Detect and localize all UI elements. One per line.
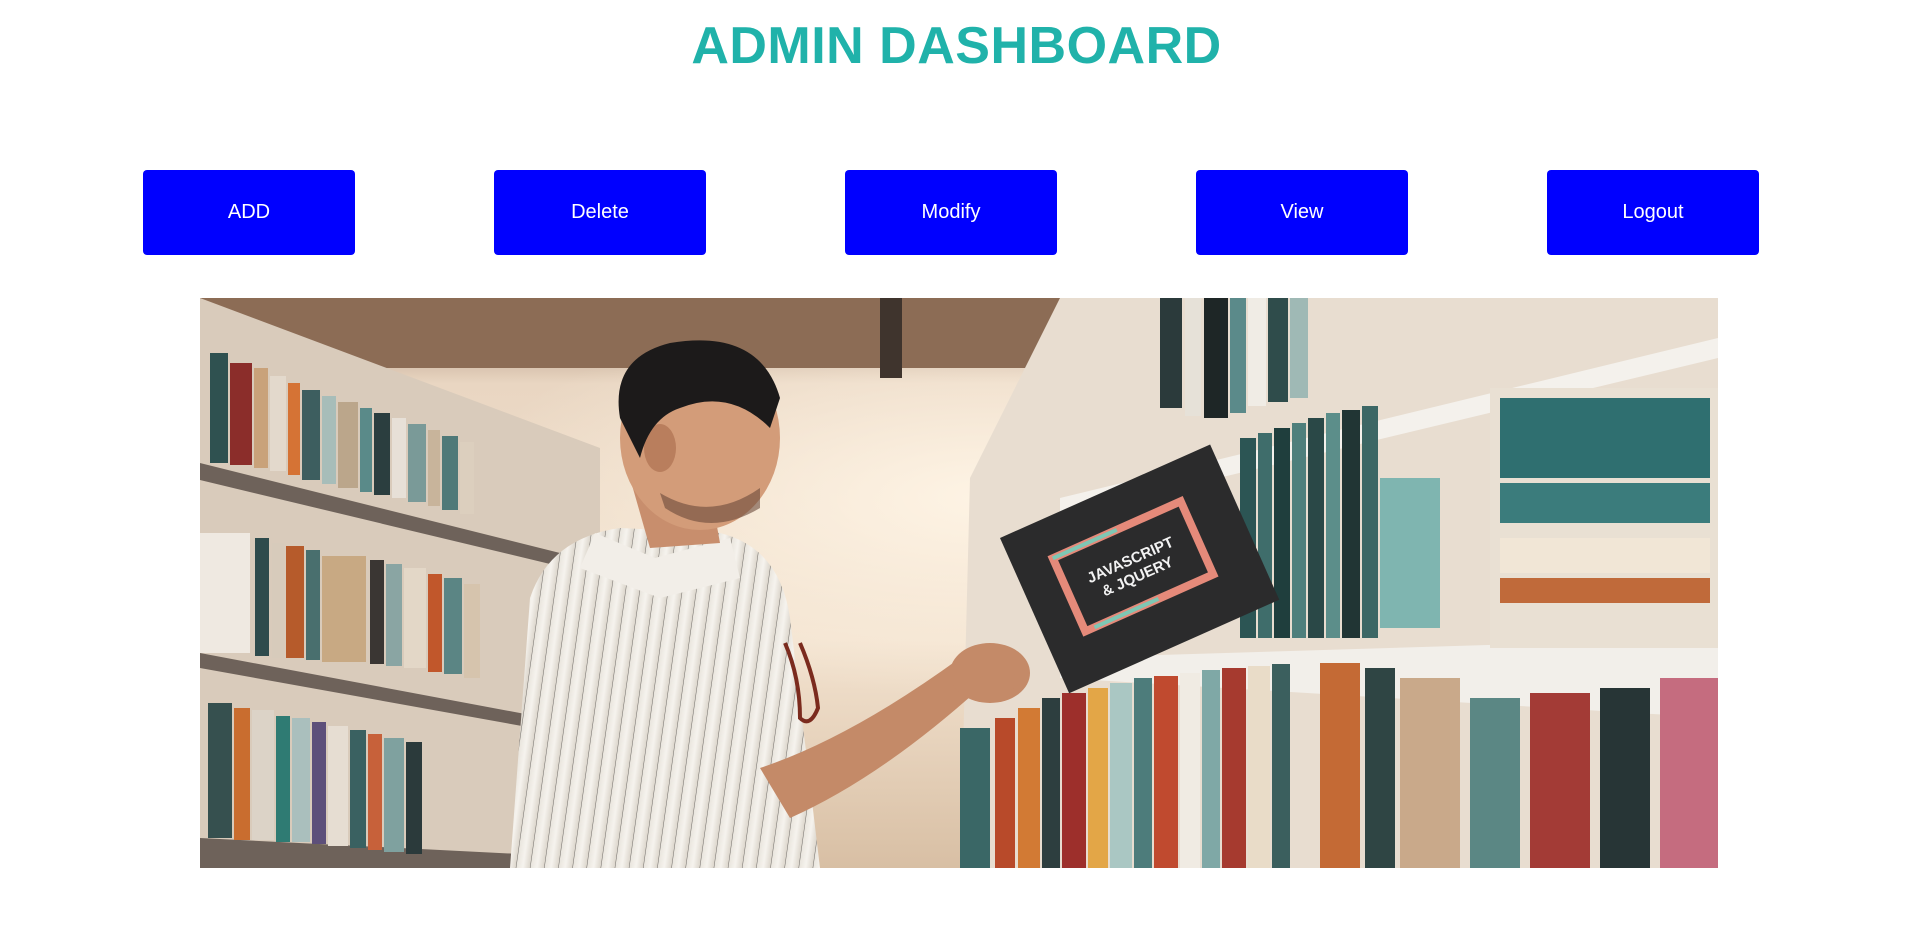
page-title: ADMIN DASHBOARD [691,17,1222,75]
modify-button[interactable]: Modify [845,170,1057,255]
logout-button[interactable]: Logout [1547,170,1759,255]
add-button[interactable]: ADD [143,170,355,255]
library-hero-image: JAVASCRIPT & JQUERY [200,298,1718,868]
delete-button[interactable]: Delete [494,170,706,255]
admin-dashboard-page: ADMIN DASHBOARD ADD Delete Modify View L… [0,0,1913,930]
view-button[interactable]: View [1196,170,1408,255]
